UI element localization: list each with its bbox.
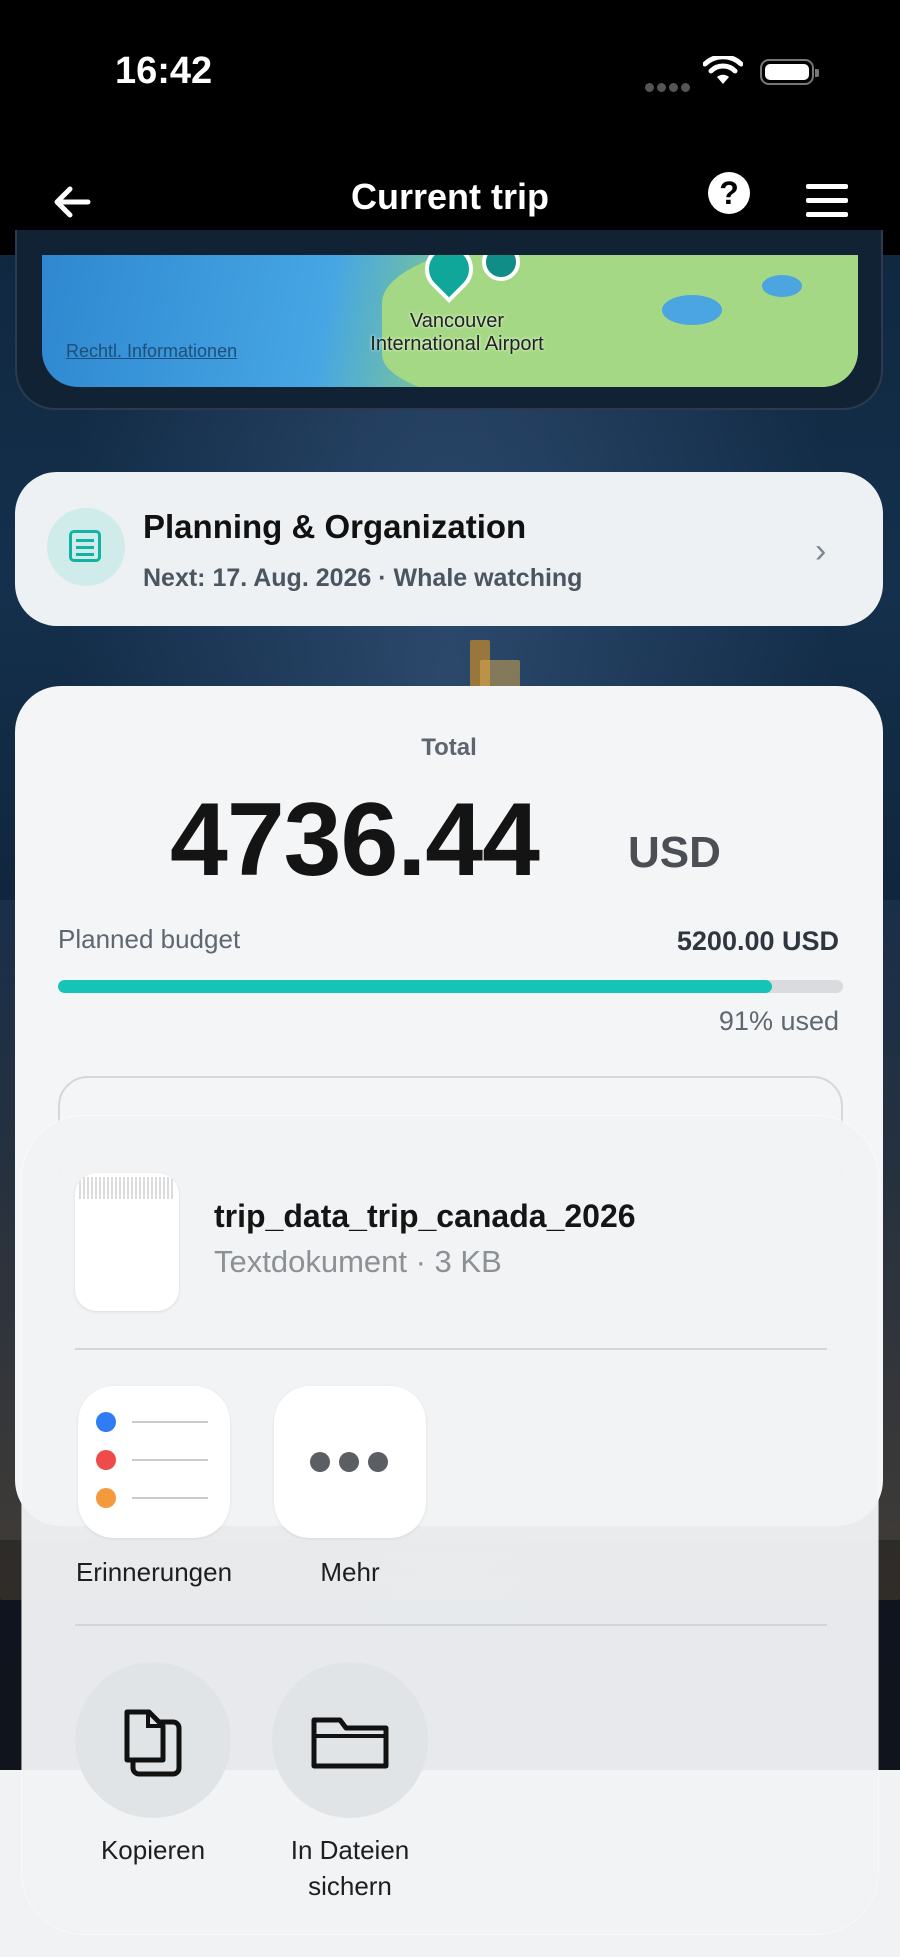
save-to-files-label-line2: sichern bbox=[308, 1871, 392, 1901]
hamburger-menu-icon[interactable] bbox=[806, 184, 848, 226]
copy-icon bbox=[124, 1709, 182, 1777]
trip-map[interactable]: Vancouver International Airport Rechtl. … bbox=[42, 255, 858, 387]
help-icon[interactable]: ? bbox=[708, 172, 750, 214]
budget-value: 5200.00 USD bbox=[676, 926, 839, 956]
map-airport-label-line1: Vancouver bbox=[409, 310, 505, 332]
budget-used-text: 91% used bbox=[718, 1006, 839, 1036]
reminders-app-label: Erinnerungen bbox=[75, 1557, 233, 1587]
file-name: trip_data_trip_canada_2026 bbox=[214, 1198, 636, 1234]
budget-progress-fill bbox=[58, 980, 773, 993]
document-thumbnail bbox=[75, 1173, 179, 1311]
wifi-icon bbox=[703, 56, 743, 84]
total-label: Total bbox=[421, 734, 477, 761]
status-bar: 16:42 bbox=[0, 0, 900, 150]
page-title: Current trip bbox=[351, 176, 549, 217]
status-time: 16:42 bbox=[115, 50, 213, 92]
map-airport-label-line2: International Airport bbox=[370, 333, 544, 355]
map-airport-label: Vancouver International Airport bbox=[307, 310, 607, 356]
share-sheet: trip_data_trip_canada_2026 Textdokument … bbox=[22, 1116, 878, 1934]
more-apps-button[interactable] bbox=[274, 1386, 426, 1538]
planning-title: Planning & Organization bbox=[143, 508, 527, 545]
budget-progress-bar bbox=[58, 980, 843, 993]
chevron-right-icon: › bbox=[815, 532, 827, 570]
map-legal-link[interactable]: Rechtl. Informationen bbox=[66, 341, 237, 362]
copy-label: Kopieren bbox=[100, 1835, 206, 1865]
reminders-app-button[interactable] bbox=[78, 1386, 230, 1538]
copy-button[interactable] bbox=[75, 1662, 231, 1818]
cellular-signal-icon bbox=[645, 79, 693, 97]
total-amount: 4736.44 bbox=[170, 782, 540, 898]
divider bbox=[75, 1624, 827, 1626]
file-meta: Textdokument · 3 KB bbox=[214, 1244, 502, 1279]
save-to-files-label-line1: In Dateien bbox=[290, 1835, 410, 1865]
calendar-icon bbox=[47, 508, 125, 586]
planning-subtitle: Next: 17. Aug. 2026 · Whale watching bbox=[143, 564, 583, 592]
total-currency: USD bbox=[628, 828, 721, 877]
divider bbox=[75, 1348, 827, 1350]
budget-label: Planned budget bbox=[58, 924, 241, 954]
map-lake bbox=[762, 275, 802, 297]
save-to-files-label: In Dateien sichern bbox=[250, 1832, 450, 1904]
planning-card[interactable]: Planning & Organization Next: 17. Aug. 2… bbox=[15, 472, 883, 626]
save-to-files-button[interactable] bbox=[272, 1662, 428, 1818]
map-lake bbox=[662, 295, 722, 325]
folder-icon bbox=[311, 1717, 389, 1769]
more-apps-label: Mehr bbox=[320, 1557, 380, 1587]
battery-icon bbox=[760, 59, 819, 85]
more-icon bbox=[310, 1452, 397, 1477]
